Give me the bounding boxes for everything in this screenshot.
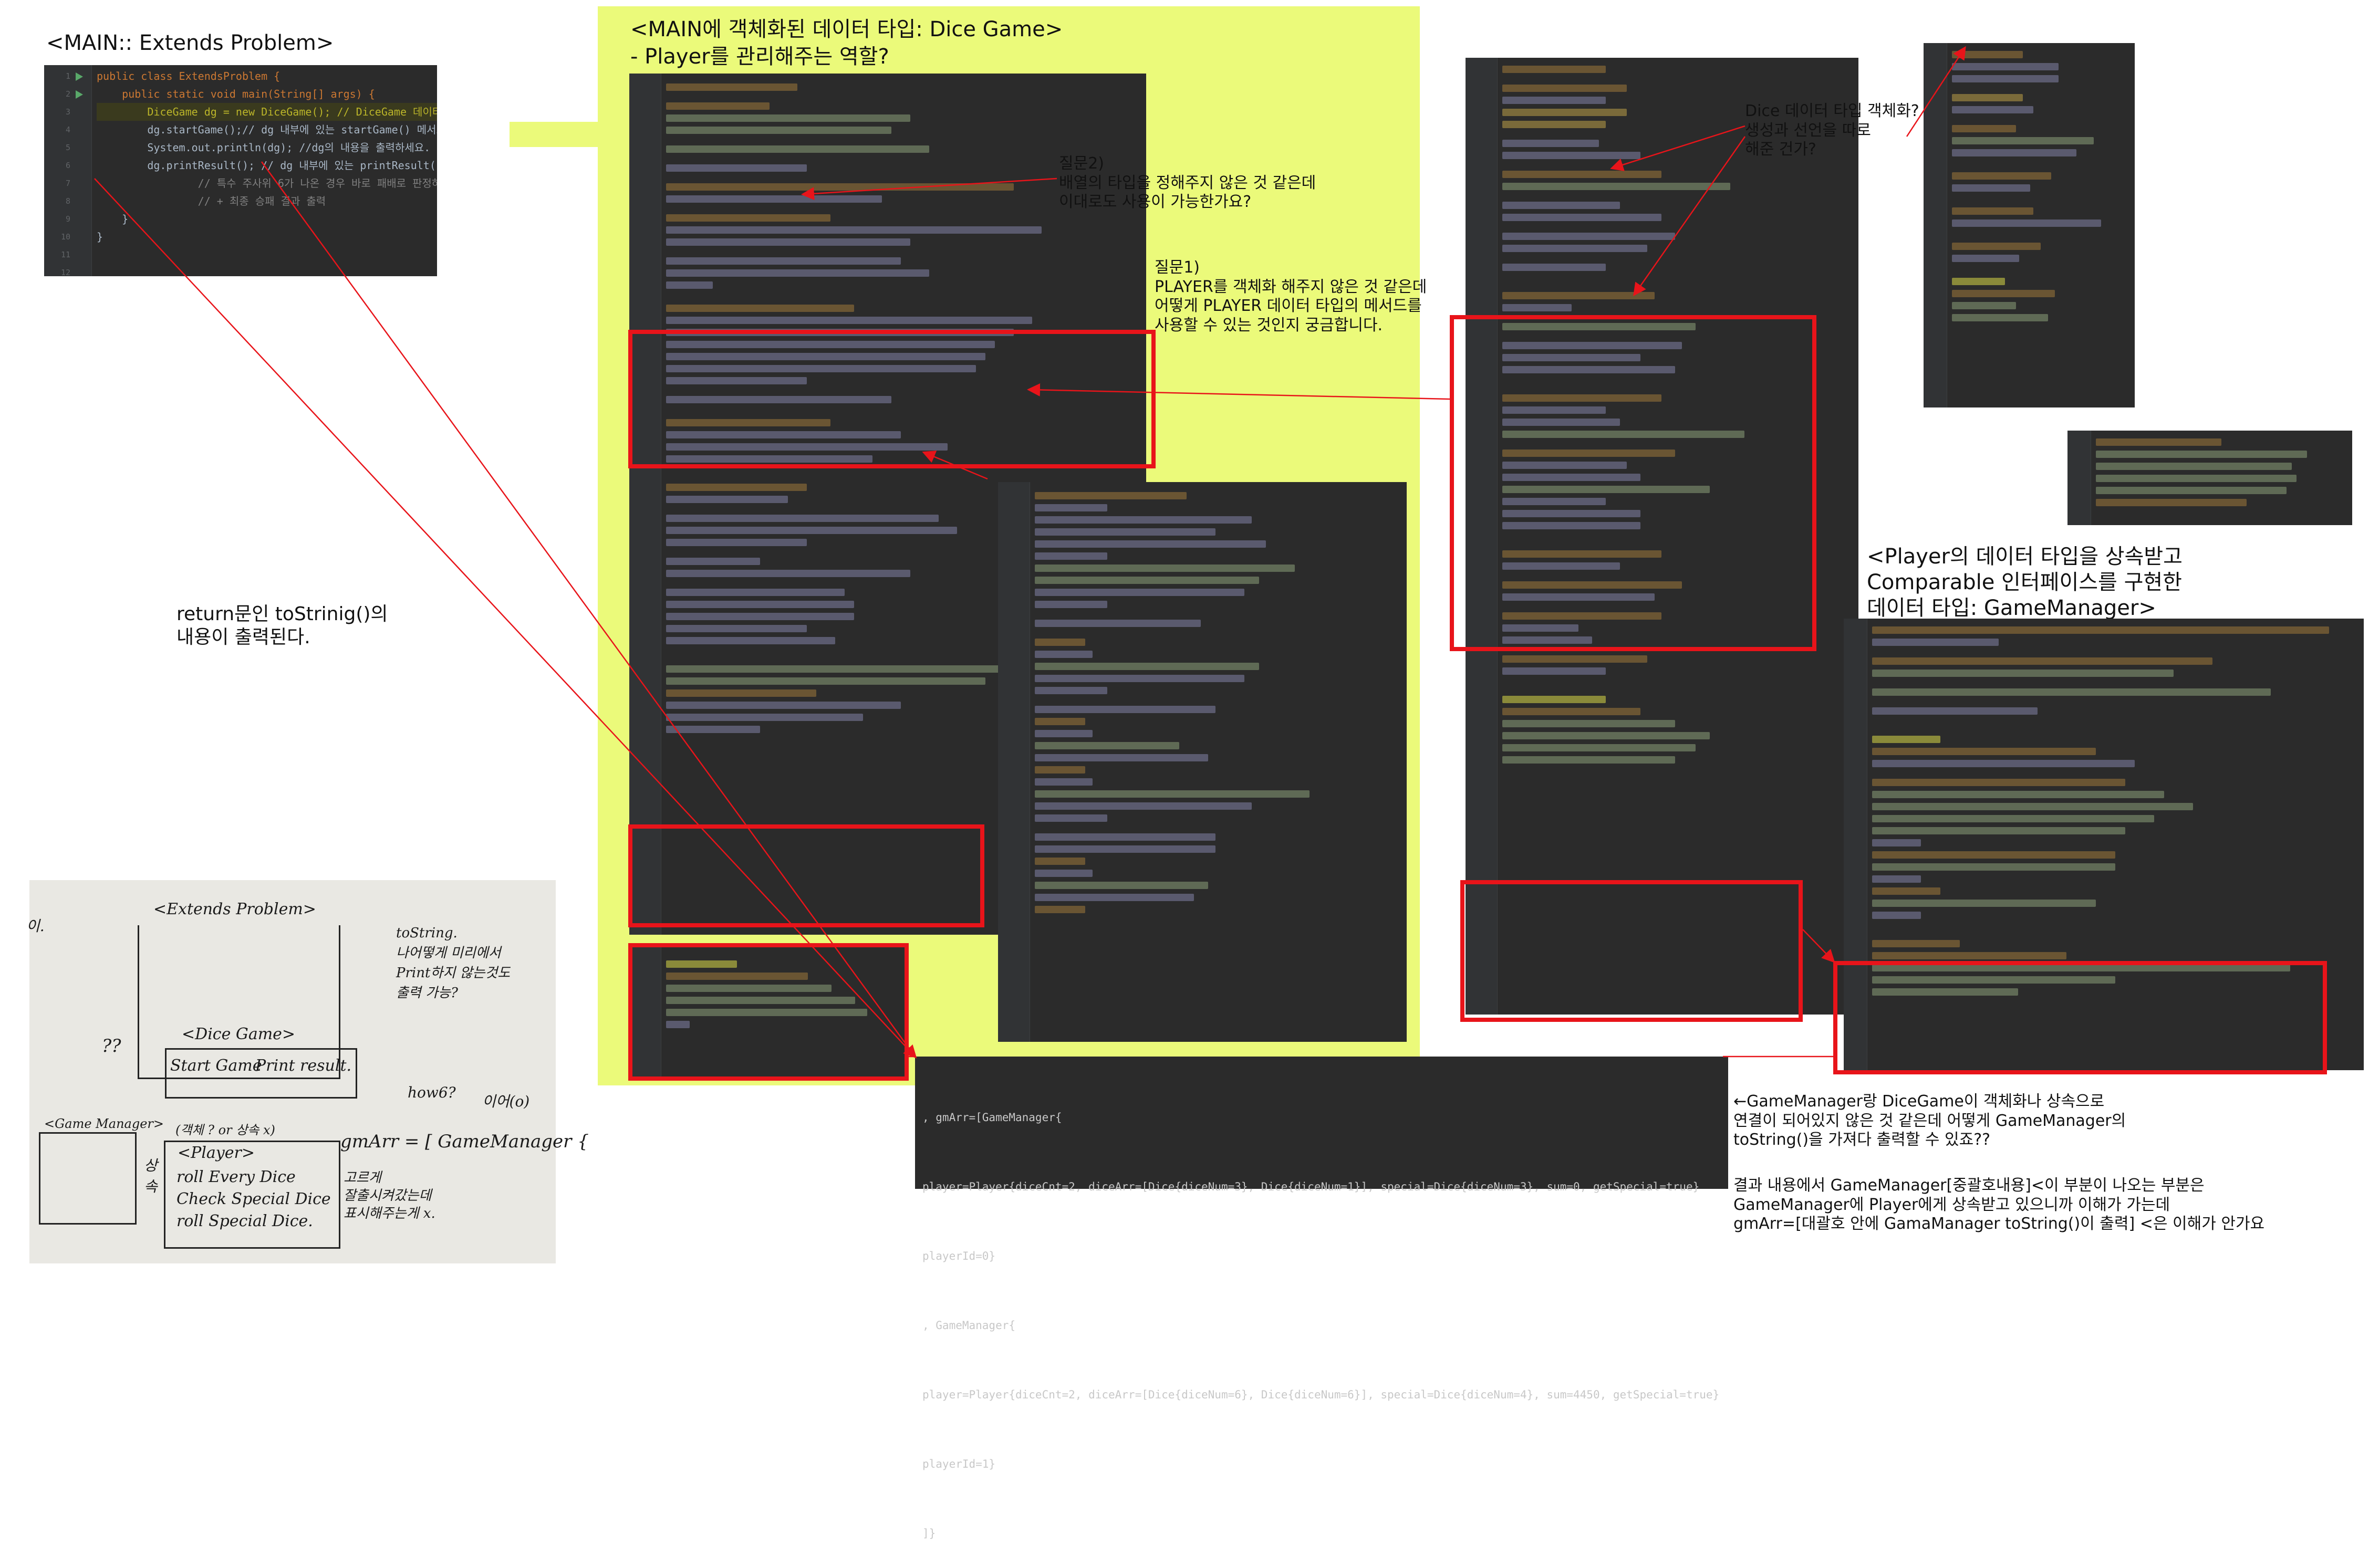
- arrow-main-to-output: [94, 178, 917, 1059]
- arrow-q2: [801, 177, 1057, 201]
- console-line: player=Player{diceCnt=2, diceArr=[Dice{d…: [922, 1388, 1720, 1401]
- arrow-println-to-tostring: [261, 161, 916, 1057]
- arrows-overlay: [94, 46, 1966, 1059]
- arrow-dice-q: [1610, 125, 1745, 171]
- arrow-player-to-startgame: [1027, 383, 1450, 400]
- console-line: , GameManager{: [922, 1319, 1016, 1332]
- arrow-dice-q3: [1906, 46, 1966, 137]
- console-line: playerId=1}: [922, 1458, 996, 1470]
- arrow-dice-q2: [1633, 136, 1746, 297]
- arrow-print-to-skill: [922, 451, 988, 480]
- arrow-player-to-gm: [1802, 929, 1835, 963]
- console-line: ]}: [922, 1527, 936, 1540]
